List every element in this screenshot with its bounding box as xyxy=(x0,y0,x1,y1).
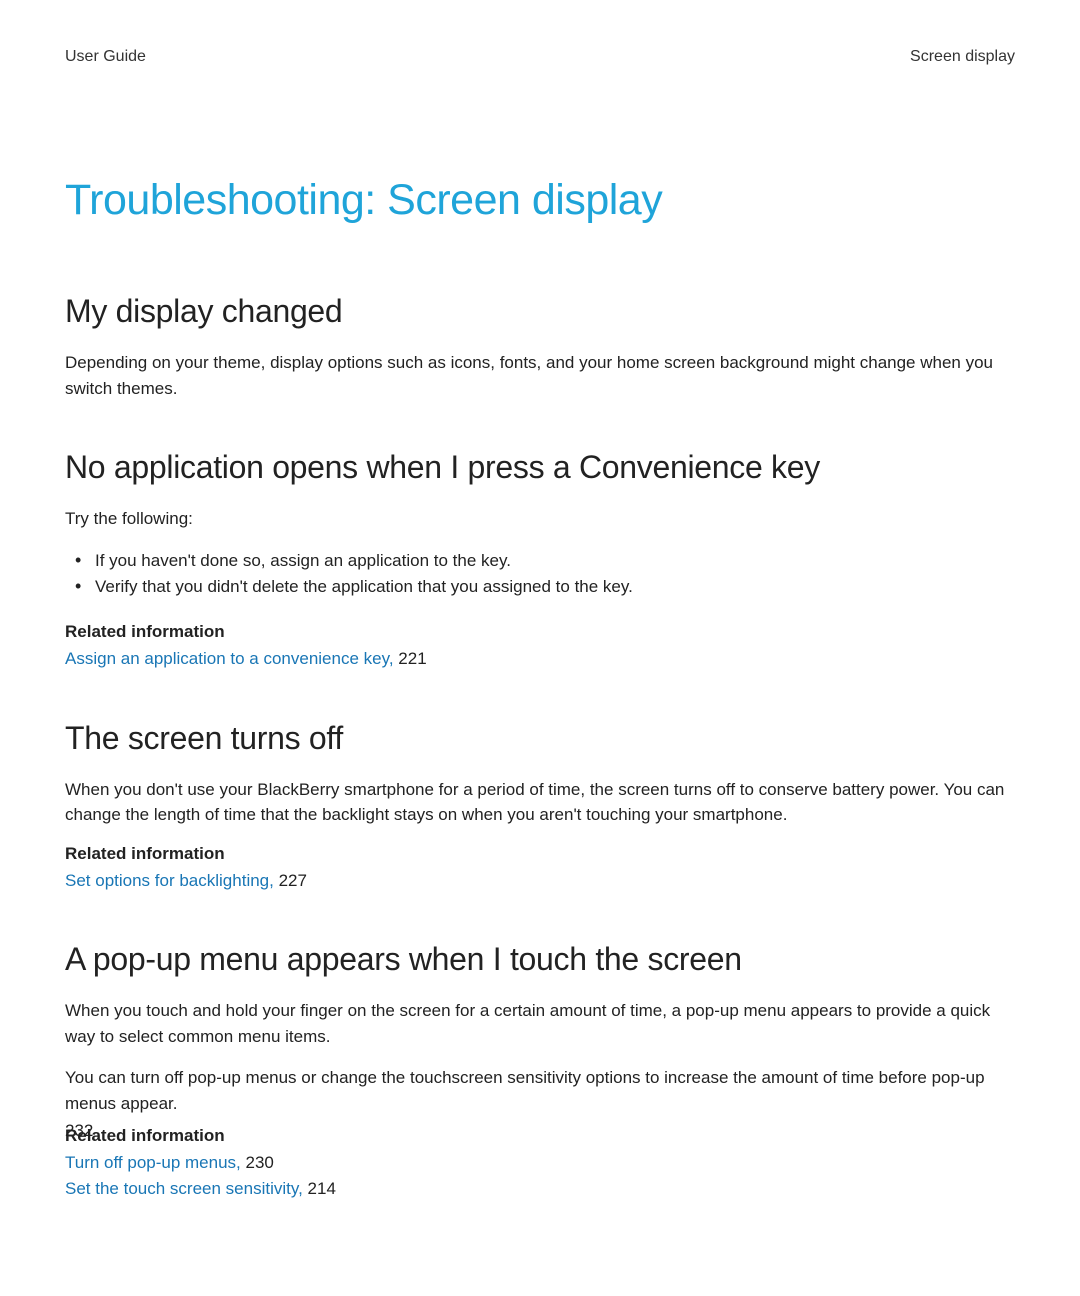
list-item: If you haven't done so, assign an applic… xyxy=(65,548,1015,574)
section-heading: A pop-up menu appears when I touch the s… xyxy=(65,941,1015,978)
related-page-ref: 230 xyxy=(246,1153,274,1172)
header-right: Screen display xyxy=(910,48,1015,66)
section-heading: No application opens when I press a Conv… xyxy=(65,449,1015,486)
section-screen-turns-off: The screen turns off When you don't use … xyxy=(65,720,1015,894)
section-my-display-changed: My display changed Depending on your the… xyxy=(65,293,1015,401)
related-link-line: Set the touch screen sensitivity, 214 xyxy=(65,1176,1015,1202)
related-page-ref: 221 xyxy=(398,649,426,668)
header-left: User Guide xyxy=(65,48,146,66)
link-turn-off-popup[interactable]: Turn off pop-up menus, xyxy=(65,1153,241,1172)
link-touch-sensitivity[interactable]: Set the touch screen sensitivity, xyxy=(65,1179,303,1198)
related-information-heading: Related information xyxy=(65,1126,1015,1146)
page-title: Troubleshooting: Screen display xyxy=(65,176,1015,225)
body-text: You can turn off pop-up menus or change … xyxy=(65,1065,1015,1116)
body-text: When you touch and hold your finger on t… xyxy=(65,998,1015,1049)
body-text: When you don't use your BlackBerry smart… xyxy=(65,777,1015,828)
related-link-line: Assign an application to a convenience k… xyxy=(65,646,1015,672)
related-information-heading: Related information xyxy=(65,844,1015,864)
related-page-ref: 227 xyxy=(279,871,307,890)
related-information-heading: Related information xyxy=(65,622,1015,642)
link-set-backlighting[interactable]: Set options for backlighting, xyxy=(65,871,274,890)
body-text: Try the following: xyxy=(65,506,1015,532)
link-assign-application[interactable]: Assign an application to a convenience k… xyxy=(65,649,394,668)
bullet-list: If you haven't done so, assign an applic… xyxy=(65,548,1015,601)
related-link-line: Set options for backlighting, 227 xyxy=(65,868,1015,894)
related-page-ref: 214 xyxy=(308,1179,336,1198)
page-header: User Guide Screen display xyxy=(65,48,1015,66)
section-no-application-opens: No application opens when I press a Conv… xyxy=(65,449,1015,672)
section-heading: My display changed xyxy=(65,293,1015,330)
section-popup-menu: A pop-up menu appears when I touch the s… xyxy=(65,941,1015,1201)
section-heading: The screen turns off xyxy=(65,720,1015,757)
body-text: Depending on your theme, display options… xyxy=(65,350,1015,401)
list-item: Verify that you didn't delete the applic… xyxy=(65,574,1015,600)
related-link-line: Turn off pop-up menus, 230 xyxy=(65,1150,1015,1176)
page-number: 232 xyxy=(65,1121,93,1141)
page-container: User Guide Screen display Troubleshootin… xyxy=(0,0,1080,1201)
